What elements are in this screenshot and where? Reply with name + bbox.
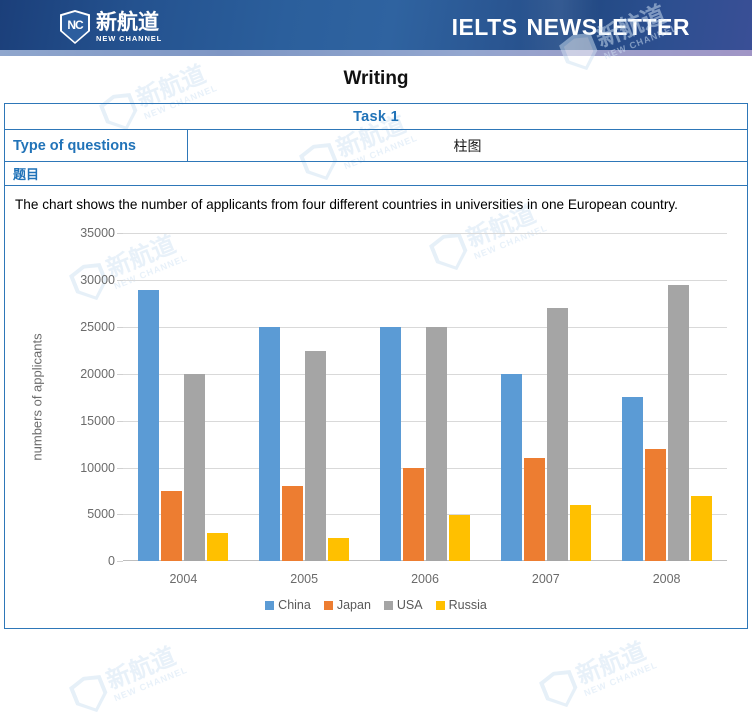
question-body-cell: The chart shows the number of applicants… bbox=[4, 184, 748, 630]
page-title: Writing bbox=[343, 68, 409, 89]
prompt-text: The chart shows the number of applicants… bbox=[15, 197, 678, 212]
chart-y-tick-mark bbox=[117, 561, 123, 563]
chart-bar-china bbox=[621, 397, 643, 562]
chart-bar-russia bbox=[328, 537, 350, 562]
chart-x-tick-label: 2006 bbox=[411, 572, 439, 587]
watermark-shield-icon bbox=[537, 665, 583, 713]
chart-bar-japan bbox=[402, 467, 424, 562]
chart-legend-item-china[interactable]: China bbox=[265, 598, 311, 612]
chart-bar-china bbox=[500, 373, 522, 562]
table-row-type: Type of questions 柱图 bbox=[4, 129, 748, 162]
watermark: 新航道 NEW CHANNEL bbox=[537, 635, 659, 714]
chart-y-tick-label: 20000 bbox=[80, 366, 115, 381]
chart-bar-china bbox=[259, 327, 281, 562]
chart-bar-group bbox=[244, 233, 365, 562]
chart-x-tick-label: 2004 bbox=[169, 572, 198, 587]
shield-icon: NC bbox=[60, 10, 90, 44]
brand-logo-text: 新航道 NEW CHANNEL bbox=[96, 9, 163, 43]
question-label: 题目 bbox=[4, 161, 748, 186]
chart-bar-usa bbox=[667, 284, 689, 562]
chart-bar-russia bbox=[690, 495, 712, 562]
watermark-cn: 新航道 bbox=[572, 636, 650, 690]
chart-bar-russia bbox=[448, 514, 470, 562]
logo-monogram: NC bbox=[67, 17, 83, 32]
watermark-cn: 新航道 bbox=[102, 641, 180, 695]
chart-bar-group bbox=[485, 233, 606, 562]
chart-bar-japan bbox=[282, 486, 304, 562]
chart-legend-label: China bbox=[278, 598, 311, 613]
type-of-questions-value: 柱图 bbox=[187, 129, 748, 162]
legend-swatch-icon bbox=[323, 600, 333, 610]
task-table: Task 1 Type of questions 柱图 题目 The chart… bbox=[4, 103, 748, 630]
newsletter-title-ielts: IELTS bbox=[451, 14, 518, 40]
brand-logo: NC 新航道 NEW CHANNEL bbox=[60, 10, 162, 44]
chart-legend-label: Japan bbox=[336, 598, 371, 613]
applicants-bar-chart: numbers of applicants 0 5000 10000 15000 200… bbox=[15, 220, 737, 622]
chart-y-tick-label: 15000 bbox=[80, 413, 115, 428]
brand-name-en: NEW CHANNEL bbox=[96, 33, 163, 43]
chart-legend: China Japan USA Russia bbox=[15, 598, 737, 612]
brand-name-cn: 新航道 bbox=[96, 9, 159, 34]
legend-swatch-icon bbox=[383, 600, 393, 610]
chart-y-tick-label: 25000 bbox=[80, 320, 115, 335]
chart-bar-group bbox=[365, 233, 486, 562]
chart-bar-china bbox=[138, 289, 160, 562]
watermark: 新航道 NEW CHANNEL bbox=[67, 640, 189, 718]
chart-bar-group bbox=[606, 233, 727, 562]
chart-y-axis-label: numbers of applicants bbox=[29, 333, 45, 461]
chart-y-tick-label: 5000 bbox=[87, 507, 115, 522]
chart-bar-usa bbox=[305, 350, 327, 562]
newsletter-title-newsletter: NEWSLETTER bbox=[526, 14, 690, 40]
legend-swatch-icon bbox=[435, 600, 445, 610]
chart-plot-area: 0 5000 10000 15000 20000 25000 30000 35000 bbox=[80, 226, 727, 568]
watermark-en: NEW CHANNEL bbox=[582, 659, 659, 698]
page-header: NC 新航道 NEW CHANNEL IELTS NEWSLETTER bbox=[0, 0, 752, 56]
chart-legend-label: USA bbox=[396, 598, 423, 613]
chart-y-tick-label: 30000 bbox=[80, 273, 115, 288]
watermark-en: NEW CHANNEL bbox=[112, 664, 189, 703]
chart-legend-item-japan[interactable]: Japan bbox=[323, 598, 371, 613]
watermark-shield-icon bbox=[67, 670, 113, 718]
chart-bar-china bbox=[379, 327, 401, 562]
task-title-cell: Task 1 bbox=[4, 103, 748, 130]
chart-bar-japan bbox=[161, 491, 183, 562]
chart-bar-japan bbox=[644, 448, 666, 562]
chart-x-tick-label: 2005 bbox=[290, 572, 319, 587]
chart-x-tick-label: 2008 bbox=[652, 572, 681, 587]
table-row-question-label: 题目 bbox=[4, 161, 748, 186]
chart-bar-russia bbox=[569, 505, 591, 562]
chart-legend-label: Russia bbox=[448, 598, 487, 613]
chart-bar-russia bbox=[207, 533, 229, 562]
legend-swatch-icon bbox=[265, 600, 275, 610]
chart-legend-item-russia[interactable]: Russia bbox=[435, 598, 487, 613]
chart-y-tick-label: 35000 bbox=[80, 226, 115, 241]
table-row-question-body: The chart shows the number of applicants… bbox=[4, 184, 748, 630]
table-row-task: Task 1 bbox=[4, 103, 748, 130]
chart-y-tick-label: 10000 bbox=[80, 460, 115, 475]
chart-bar-japan bbox=[523, 458, 545, 562]
newsletter-title: IELTS NEWSLETTER bbox=[452, 14, 690, 41]
chart-bar-usa bbox=[546, 308, 568, 562]
chart-legend-item-usa[interactable]: USA bbox=[383, 598, 423, 613]
chart-bar-group bbox=[123, 233, 244, 562]
chart-bar-usa bbox=[425, 327, 447, 562]
chart-x-tick-label: 2007 bbox=[531, 572, 560, 587]
chart-y-tick-label: 0 bbox=[108, 554, 115, 569]
type-of-questions-label: Type of questions bbox=[4, 129, 188, 162]
chart-bar-usa bbox=[184, 373, 206, 562]
